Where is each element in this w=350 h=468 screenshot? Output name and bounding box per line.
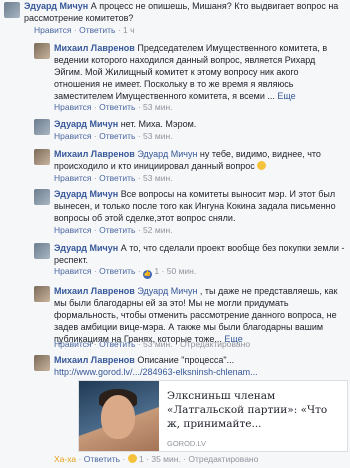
comment-author[interactable]: Эдуард Мичун [54, 243, 118, 253]
timestamp[interactable]: 52 мин. [143, 225, 172, 235]
comment-author[interactable]: Эдуард Мичун [54, 119, 118, 129]
timestamp[interactable]: 53 мин. [143, 102, 172, 112]
haha-reaction-button[interactable]: Ха-ха [54, 454, 76, 464]
avatar[interactable] [34, 189, 50, 205]
comment-author[interactable]: Михаил Лавренов [54, 355, 135, 365]
like-button[interactable]: Нравится [54, 102, 92, 112]
reply-button[interactable]: Ответить [79, 25, 115, 35]
avatar[interactable] [34, 286, 50, 302]
portrait-face [101, 395, 135, 439]
reply-button[interactable]: Ответить [99, 266, 135, 276]
preview-domain: GOROD.LV [167, 439, 207, 448]
like-count[interactable]: 1 [154, 266, 159, 276]
comment-actions: Нравится · Ответить · 53 мин. [54, 173, 173, 183]
mention-link[interactable]: Эдуард Мичун [137, 286, 197, 296]
timestamp[interactable]: 53 мин. [143, 173, 172, 183]
shared-link[interactable]: http://www.gorod.lv/.../284963-elksninsh… [54, 367, 258, 377]
preview-image [79, 381, 159, 451]
comment-actions: Нравится · Ответить · 1 ч [34, 25, 135, 35]
avatar[interactable] [34, 119, 50, 135]
reply-button[interactable]: Ответить [99, 131, 135, 141]
edited-label[interactable]: Отредактировано [188, 454, 258, 464]
comment-author[interactable]: Михаил Лавренов [54, 149, 135, 159]
sunglasses-emoji-icon [257, 161, 267, 170]
comment-body: Михаил Лавренов Председателем Имуществен… [54, 42, 346, 102]
reaction-count[interactable]: 1 [139, 454, 144, 464]
avatar[interactable] [4, 2, 20, 18]
like-button[interactable]: Нравится [54, 266, 92, 276]
comment-body: Михаил Лавренов Описание "процесса"... h… [54, 354, 346, 378]
preview-title[interactable]: Элксниньш членам «Латгальской партии»: «… [167, 389, 337, 431]
comment-body: Эдуард Мичун А то, что сделали проект во… [54, 242, 346, 266]
comment-body: Эдуард Мичун А процесс не опишешь, Мишан… [24, 0, 344, 24]
like-count-icon[interactable]: 👍 [143, 270, 153, 279]
comment-author[interactable]: Михаил Лавренов [54, 43, 135, 53]
comment-actions: Ха-ха · Ответить · 1 · 35 мин. · Отредак… [54, 454, 259, 464]
mention-link[interactable]: Эдуард Мичун [137, 149, 197, 159]
comment-body: Эдуард Мичун нет. Миха. Мэром. [54, 118, 346, 130]
like-button[interactable]: Нравится [54, 173, 92, 183]
like-button[interactable]: Нравится [34, 25, 72, 35]
comment-text: нет. Миха. Мэром. [118, 119, 197, 129]
comment-actions: Нравится · Ответить · 53 мин. · Отредакт… [54, 339, 251, 349]
comment-body: Михаил Лавренов Эдуард Мичун ну тебе, ви… [54, 148, 346, 172]
comment-actions: Нравится · Ответить · 53 мин. [54, 131, 173, 141]
reply-button[interactable]: Ответить [99, 102, 135, 112]
reply-button[interactable]: Ответить [99, 339, 135, 349]
like-button[interactable]: Нравится [54, 131, 92, 141]
avatar[interactable] [34, 355, 50, 371]
see-more-link[interactable]: Еще [277, 91, 295, 101]
timestamp[interactable]: 53 мин. [143, 131, 172, 141]
comment-author[interactable]: Эдуард Мичун [24, 1, 88, 11]
comment-body: Михаил Лавренов Эдуард Мичун , ты даже н… [54, 285, 346, 345]
comment-body: Эдуард Мичун Все вопросы на комитеты вын… [54, 188, 346, 224]
reply-button[interactable]: Ответить [84, 454, 120, 464]
timestamp[interactable]: 53 мин. [143, 339, 172, 349]
reply-button[interactable]: Ответить [99, 225, 135, 235]
like-button[interactable]: Нравится [54, 225, 92, 235]
reply-button[interactable]: Ответить [99, 173, 135, 183]
avatar[interactable] [34, 43, 50, 59]
comment-actions: Нравится · Ответить · 52 мин. [54, 225, 173, 235]
timestamp[interactable]: 1 ч [123, 25, 135, 35]
avatar[interactable] [34, 243, 50, 259]
like-button[interactable]: Нравится [54, 339, 92, 349]
avatar[interactable] [34, 149, 50, 165]
comment-text: Описание "процесса"... [134, 355, 235, 365]
comment-actions: Нравится · Ответить · 53 мин. [54, 102, 173, 112]
comment-author[interactable]: Михаил Лавренов [54, 286, 135, 296]
edited-label[interactable]: Отредактировано [180, 339, 250, 349]
timestamp[interactable]: 50 мин. [167, 266, 196, 276]
comment-author[interactable]: Эдуард Мичун [54, 189, 118, 199]
comment-actions: Нравится · Ответить · 👍 1 · 50 мин. [54, 266, 197, 279]
haha-emoji-icon[interactable] [127, 454, 137, 463]
timestamp[interactable]: 35 мин. [151, 454, 180, 464]
link-preview-card[interactable]: Элксниньш членам «Латгальской партии»: «… [78, 380, 348, 452]
